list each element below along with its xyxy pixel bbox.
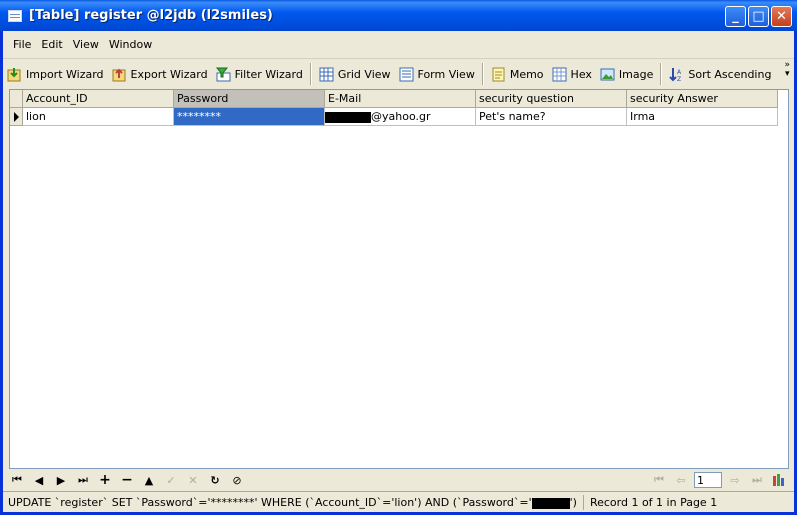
maximize-button[interactable]: □: [748, 6, 769, 27]
row-indicator-arrow-icon[interactable]: [10, 108, 23, 126]
toolbar-overflow-chevron-icon[interactable]: » ▾: [784, 61, 790, 79]
menu-edit[interactable]: Edit: [36, 38, 67, 51]
filter-columns-icon[interactable]: [768, 471, 790, 489]
export-icon: [112, 67, 127, 82]
cell-email[interactable]: @yahoo.gr: [325, 108, 476, 126]
email-domain: @yahoo.gr: [371, 110, 431, 123]
filter-wizard-button[interactable]: Filter Wizard: [212, 62, 307, 86]
refresh-button[interactable]: ↻: [204, 471, 226, 489]
first-record-button[interactable]: ⏮: [6, 471, 28, 489]
grid-corner: [10, 90, 23, 108]
table-icon: [8, 9, 22, 22]
sort-ascending-icon: AZ: [669, 67, 684, 83]
status-sql-tail: '): [569, 496, 577, 509]
next-page-icon[interactable]: ⇨: [724, 471, 746, 489]
redacted-email-user: [325, 111, 371, 123]
stop-button[interactable]: ⊘: [226, 471, 248, 489]
status-sql-text: UPDATE `register` SET `Password`='******…: [8, 496, 532, 509]
redacted-password: [531, 497, 570, 509]
svg-text:A: A: [677, 69, 682, 76]
delete-record-button[interactable]: −: [116, 471, 138, 489]
page-navigator: ⏮ ⇦ 1 ⇨ ⏭: [648, 469, 790, 491]
hex-button[interactable]: Hex: [548, 62, 596, 86]
image-label: Image: [618, 67, 654, 81]
memo-button[interactable]: Memo: [487, 62, 548, 86]
last-record-button[interactable]: ⏭: [72, 471, 94, 489]
image-icon: [600, 67, 615, 82]
cell-password[interactable]: ********: [174, 108, 325, 126]
hex-label: Hex: [570, 67, 592, 81]
filter-wizard-label: Filter Wizard: [234, 67, 303, 81]
svg-text:Z: Z: [677, 76, 681, 82]
column-header-security-question[interactable]: security question: [476, 90, 627, 108]
prior-page-icon[interactable]: ⇦: [670, 471, 692, 489]
memo-label: Memo: [509, 67, 544, 81]
menu-window[interactable]: Window: [104, 38, 157, 51]
post-edit-button[interactable]: ✓: [160, 471, 182, 489]
toolbar-separator: [660, 63, 663, 85]
import-wizard-label: Import Wizard: [26, 67, 104, 81]
grid-view-icon: [319, 67, 334, 82]
column-header-email[interactable]: E-Mail: [325, 90, 476, 108]
record-navigator: ⏮ ◀ ▶ ⏭ + − ▲ ✓ ✕ ↻ ⊘ ⏮ ⇦ 1 ⇨ ⏭: [3, 469, 794, 491]
cancel-edit-button[interactable]: ✕: [182, 471, 204, 489]
import-wizard-button[interactable]: Import Wizard: [3, 62, 108, 86]
first-page-icon[interactable]: ⏮: [648, 471, 670, 489]
insert-record-button[interactable]: +: [94, 471, 116, 489]
last-page-icon[interactable]: ⏭: [746, 471, 768, 489]
cell-security-answer[interactable]: Irma: [627, 108, 778, 126]
toolbar: Import Wizard Export Wizard Filter Wizar…: [3, 59, 794, 89]
filter-icon: [215, 67, 231, 82]
menu-bar: File Edit View Window: [3, 31, 794, 59]
image-button[interactable]: Image: [596, 62, 657, 86]
form-view-label: Form View: [417, 67, 475, 81]
minimize-button[interactable]: _: [725, 6, 746, 27]
edit-record-button[interactable]: ▲: [138, 471, 160, 489]
column-header-password[interactable]: Password: [174, 90, 325, 108]
hex-icon: [552, 67, 567, 82]
import-icon: [7, 67, 22, 82]
column-header-security-answer[interactable]: security Answer: [627, 90, 778, 108]
next-record-button[interactable]: ▶: [50, 471, 72, 489]
menu-file[interactable]: File: [8, 38, 36, 51]
window-controls: _ □ ✕: [725, 6, 792, 27]
grid-view-label: Grid View: [337, 67, 391, 81]
form-view-icon: [399, 67, 414, 82]
export-wizard-label: Export Wizard: [130, 67, 208, 81]
status-sql: UPDATE `register` SET `Password`='******…: [3, 496, 577, 509]
export-wizard-button[interactable]: Export Wizard: [108, 62, 212, 86]
grid-view-button[interactable]: Grid View: [315, 62, 395, 86]
sort-ascending-label: Sort Ascending: [688, 67, 772, 81]
cell-account-id[interactable]: lion: [23, 108, 174, 126]
toolbar-separator: [309, 63, 312, 85]
close-button[interactable]: ✕: [771, 6, 792, 27]
table-window: [Table] register @l2jdb (l2smiles) _ □ ✕…: [0, 0, 797, 515]
menu-view[interactable]: View: [68, 38, 104, 51]
cell-security-question[interactable]: Pet's name?: [476, 108, 627, 126]
window-title: [Table] register @l2jdb (l2smiles): [29, 8, 273, 23]
status-divider: [582, 495, 584, 510]
toolbar-separator: [481, 63, 484, 85]
column-header-account-id[interactable]: Account_ID: [23, 90, 174, 108]
prior-record-button[interactable]: ◀: [28, 471, 50, 489]
title-bar[interactable]: [Table] register @l2jdb (l2smiles) _ □ ✕: [0, 0, 797, 31]
status-record-info: Record 1 of 1 in Page 1: [589, 496, 718, 509]
page-number-input[interactable]: 1: [694, 472, 722, 488]
form-view-button[interactable]: Form View: [395, 62, 479, 86]
sort-ascending-button[interactable]: AZ Sort Ascending: [665, 62, 775, 86]
status-bar: UPDATE `register` SET `Password`='******…: [3, 491, 794, 513]
memo-icon: [491, 67, 506, 82]
data-grid: Account_ID Password E-Mail security ques…: [9, 89, 789, 469]
